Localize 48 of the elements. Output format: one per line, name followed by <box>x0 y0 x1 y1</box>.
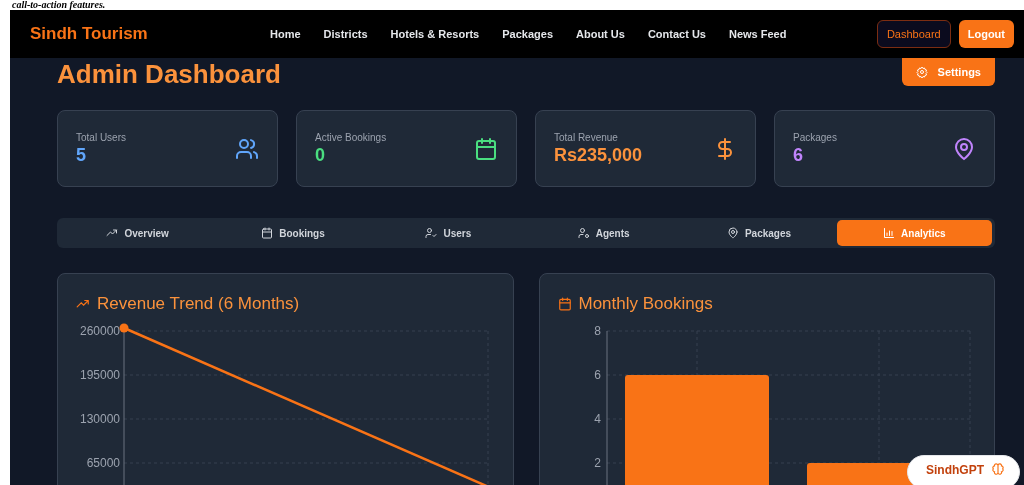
calendar-icon <box>557 297 572 311</box>
axis-tick-label: 65000 <box>86 456 120 470</box>
calendar-icon <box>474 136 498 161</box>
axis-tick-label: 6 <box>593 368 601 382</box>
tab[interactable]: Agents <box>526 220 682 246</box>
stat-label: Total Revenue <box>554 131 619 143</box>
chat-assistant-button[interactable]: SindhGPT <box>907 455 1020 485</box>
stat-value: 6 <box>793 144 804 166</box>
stat-label: Total Users <box>76 131 126 143</box>
tab[interactable]: Users <box>370 220 526 246</box>
chart-title: Revenue Trend (6 Months) <box>97 294 300 314</box>
brand-logo[interactable]: Sindh Tourism <box>30 24 270 44</box>
axis-tick-label: 130000 <box>79 412 120 426</box>
stat-value: 5 <box>76 144 87 166</box>
chart-title: Monthly Bookings <box>578 294 713 314</box>
calendar-icon <box>261 227 274 239</box>
user-gear-icon <box>577 227 590 239</box>
user-check-icon <box>425 227 438 239</box>
caption-text: call-to-action features. <box>11 0 107 10</box>
axis-tick-label: 2 <box>593 456 601 470</box>
axis-tick-label: 195000 <box>79 368 120 382</box>
axis-tick-label: 4 <box>593 412 601 426</box>
settings-icon <box>915 66 928 78</box>
axis-tick-label: 8 <box>593 324 601 338</box>
location-pin-icon <box>726 227 739 239</box>
nav-link[interactable]: Districts <box>323 28 368 40</box>
dashboard-button[interactable]: Dashboard <box>876 20 951 48</box>
nav-link[interactable]: News Feed <box>728 28 787 40</box>
data-point <box>119 323 129 333</box>
tab[interactable]: Overview <box>60 220 216 246</box>
brain-icon <box>991 463 1005 477</box>
location-pin-icon <box>952 136 976 161</box>
stat-label: Packages <box>793 131 837 143</box>
nav-link[interactable]: Packages <box>502 28 553 40</box>
users-icon <box>235 136 259 161</box>
nav-link[interactable]: Home <box>270 28 301 40</box>
axis-tick-label: 260000 <box>79 324 120 338</box>
tab[interactable]: Bookings <box>215 220 371 246</box>
trend-icon <box>106 227 119 239</box>
tab[interactable]: Packages <box>681 220 837 246</box>
page-title: Admin Dashboard <box>57 58 281 91</box>
nav-link[interactable]: Hotels & Resorts <box>390 28 480 40</box>
stat-label: Active Bookings <box>315 131 387 143</box>
nav-link[interactable]: About Us <box>576 28 625 40</box>
nav-link[interactable]: Contact Us <box>647 28 706 40</box>
bar-chart-icon <box>883 227 896 239</box>
stat-value: Rs235,000 <box>554 144 643 166</box>
stat-value: 0 <box>315 144 326 166</box>
